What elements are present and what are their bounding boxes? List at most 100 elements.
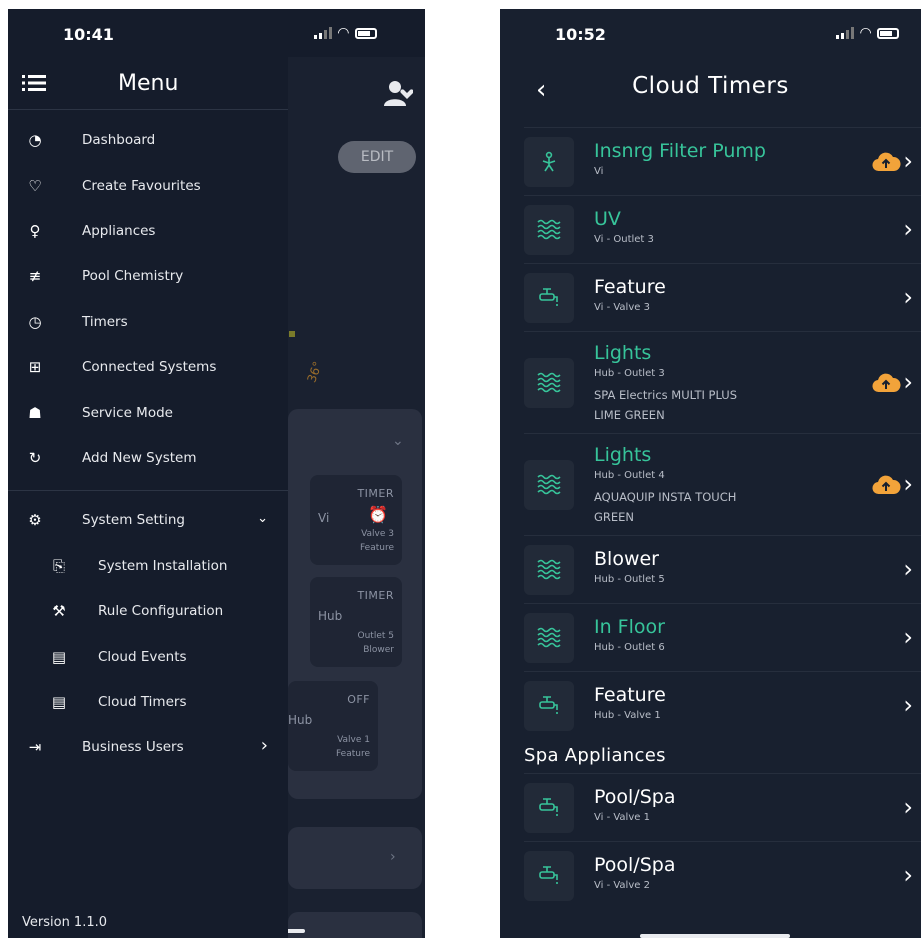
menu-item-label: Create Favourites [82, 178, 201, 194]
timer-row[interactable]: Lights Hub - Outlet 4 AQUAQUIP INSTA TOUCH… [524, 433, 921, 535]
timer-row[interactable]: Feature Vi - Valve 3 › [524, 263, 921, 331]
appliance-source: Vi [594, 166, 604, 177]
menu-item-label: Connected Systems [82, 359, 217, 375]
menu-item-label: Add New System [82, 450, 197, 466]
section-header: Spa Appliances [524, 745, 666, 766]
chevron-right-icon: › [903, 147, 913, 175]
clock-icon: ◷ [28, 313, 42, 331]
menu-item-add-new-system[interactable]: ↻ Add New System [8, 441, 288, 477]
temperature-mark: 36° [304, 359, 325, 385]
timer-row[interactable]: Blower Hub - Outlet 5 › [524, 535, 921, 603]
appliance-source: Vi - Outlet 3 [594, 234, 654, 245]
calendar-icon: ▤ [51, 693, 67, 711]
appliance-source: Hub - Outlet 6 [594, 642, 665, 653]
menu-item-system-installation[interactable]: ⎘ System Installation [8, 549, 288, 585]
menu-item-label: Rule Configuration [98, 603, 224, 619]
appliance-name: Feature [594, 684, 666, 706]
chevron-down-icon: ⌄ [257, 511, 268, 526]
menu-item-create-favourites[interactable]: ♡ Create Favourites [8, 169, 288, 205]
tile-line2: Feature [335, 749, 370, 759]
appliance-name: In Floor [594, 616, 665, 638]
calendar-icon: ▤ [51, 648, 67, 666]
status-icons: ◠ [836, 25, 899, 41]
appliance-source: Vi - Valve 3 [594, 302, 650, 313]
appliance-source: Hub - Outlet 5 [594, 574, 665, 585]
cloud-upload-icon [871, 372, 901, 398]
tools-icon: ⚒ [52, 602, 66, 620]
timer-row[interactable]: In Floor Hub - Outlet 6 › [524, 603, 921, 671]
appliance-source: Vi - Valve 1 [594, 812, 650, 823]
status-bar: 10:41 ◠ [8, 9, 377, 57]
status-icons: ◠ [314, 25, 377, 41]
menu-item-cloud-events[interactable]: ▤ Cloud Events [8, 640, 288, 676]
waves-icon [524, 460, 574, 510]
version-label: Version 1.1.0 [22, 915, 108, 930]
sliders-icon: ≢ [28, 267, 42, 285]
menu-item-system-setting[interactable]: ⚙ System Setting ⌄ [8, 503, 288, 539]
tile-mode: OFF [347, 693, 370, 706]
tile-line2: Feature [359, 543, 394, 553]
chevron-down-icon[interactable]: ⌄ [392, 433, 404, 449]
chevron-right-icon: › [260, 735, 268, 756]
menu-item-label: System Installation [98, 558, 228, 574]
list-menu-icon[interactable] [22, 73, 46, 93]
waves-icon [524, 545, 574, 595]
appliance-tile[interactable]: TIMER Vi ⏰ Valve 3 Feature [310, 475, 402, 565]
menu-item-dashboard[interactable]: ◔ Dashboard [8, 123, 288, 159]
collapsed-panel[interactable]: › [288, 827, 422, 889]
menu-item-appliances[interactable]: ♀ Appliances [8, 214, 288, 250]
appliance-detail: SPA Electrics MULTI PLUS [594, 388, 738, 402]
waves-icon [524, 205, 574, 255]
status-bar: 10:52 ◠ [500, 9, 921, 57]
timer-row[interactable]: UV Vi - Outlet 3 › [524, 195, 921, 263]
tile-mode: TIMER [357, 589, 394, 602]
menu-item-business-users[interactable]: ⇥ Business Users › [8, 730, 288, 766]
status-time: 10:52 [555, 25, 606, 44]
menu-item-service-mode[interactable]: ☗ Service Mode [8, 396, 288, 432]
collapsed-panel[interactable]: › [288, 912, 422, 938]
timer-row[interactable]: Pool/Spa Vi - Valve 1 › [524, 773, 921, 841]
alarm-clock-icon: ⏰ [368, 505, 388, 524]
appliance-source: Vi - Valve 2 [594, 880, 650, 891]
menu-item-label: Service Mode [82, 405, 173, 421]
menu-item-label: Timers [82, 314, 128, 330]
valve-icon [524, 851, 574, 901]
menu-item-label: Dashboard [82, 132, 156, 148]
menu-header: Menu [8, 63, 288, 110]
menu-item-rule-configuration[interactable]: ⚒ Rule Configuration [8, 594, 288, 630]
appliance-source: Hub - Outlet 3 [594, 368, 665, 379]
menu-item-label: Business Users [82, 739, 184, 755]
appliance-source: Hub - Outlet 4 [594, 470, 665, 481]
user-favourite-icon[interactable] [383, 79, 413, 107]
menu-item-timers[interactable]: ◷ Timers [8, 305, 288, 341]
appliance-name: Feature [594, 276, 666, 298]
tile-line2: Blower [363, 645, 394, 655]
appliance-name: Pool/Spa [594, 854, 676, 876]
edit-button[interactable]: EDIT [338, 141, 416, 173]
menu-item-cloud-timers[interactable]: ▤ Cloud Timers [8, 685, 288, 721]
appliance-tile[interactable]: OFF Hub Valve 1 Feature [288, 681, 378, 771]
wifi-icon: ◠ [338, 25, 349, 41]
appliance-detail: GREEN [594, 510, 635, 524]
gear-icon: ⚙ [28, 511, 42, 529]
appliance-tile[interactable]: TIMER Hub Outlet 5 Blower [310, 577, 402, 667]
menu-item-pool-chemistry[interactable]: ≢ Pool Chemistry [8, 259, 288, 295]
chevron-right-icon: › [390, 849, 396, 865]
menu-item-connected-systems[interactable]: ⊞ Connected Systems [8, 350, 288, 386]
valve-icon [524, 681, 574, 731]
chevron-right-icon: › [903, 793, 913, 821]
appliance-name: Pool/Spa [594, 786, 676, 808]
status-time: 10:41 [63, 25, 114, 44]
pump-icon [524, 137, 574, 187]
timer-row[interactable]: Pool/Spa Vi - Valve 2 › [524, 841, 921, 909]
right-phone-screen: 10:52 ◠ ‹ Cloud Timers Insnrg Filter Pum… [500, 9, 921, 938]
home-indicator [640, 934, 790, 938]
install-icon: ⎘ [52, 557, 65, 575]
cloud-timers-list: Insnrg Filter Pump Vi › UV Vi - Outlet 3 › Fea… [524, 127, 921, 909]
menu-item-label: Appliances [82, 223, 156, 239]
timer-row[interactable]: Feature Hub - Valve 1 › [524, 671, 921, 739]
timer-row[interactable]: Lights Hub - Outlet 3 SPA Electrics MULTI … [524, 331, 921, 433]
wifi-icon: ◠ [860, 25, 871, 41]
timer-row[interactable]: Insnrg Filter Pump Vi › [524, 127, 921, 195]
cloud-upload-icon [871, 474, 901, 500]
